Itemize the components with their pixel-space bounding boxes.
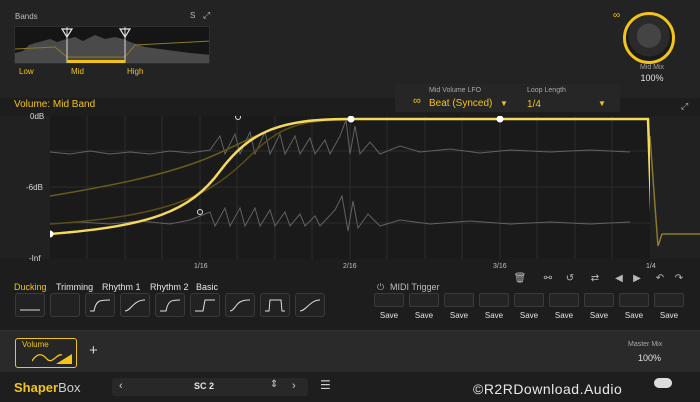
undo-icon[interactable]: ↶ [653, 273, 667, 284]
preset-shape[interactable] [295, 293, 325, 317]
arrow-left-icon[interactable]: ◀ [612, 273, 626, 284]
updown-icon[interactable]: ⇕ [270, 379, 278, 390]
preset-shape[interactable] [225, 293, 255, 317]
midi-slot[interactable] [549, 293, 579, 307]
midi-slot[interactable] [654, 293, 684, 307]
caret-down-icon[interactable]: ▼ [598, 99, 606, 108]
preset-shape[interactable] [260, 293, 290, 317]
save-button[interactable]: Save [479, 311, 509, 320]
band-low-tab[interactable]: Low [19, 67, 34, 76]
shape-editor[interactable] [50, 116, 650, 259]
master-mix-value[interactable]: 100% [638, 353, 661, 363]
save-button[interactable]: Save [374, 311, 404, 320]
save-button[interactable]: Save [444, 311, 474, 320]
expand-icon[interactable]: ⤢ [681, 101, 688, 112]
chevron-left-icon[interactable]: ‹ [119, 380, 123, 392]
logo-box: Box [58, 380, 81, 395]
save-button[interactable]: Save [514, 311, 544, 320]
preset-shape[interactable] [190, 293, 220, 317]
power-icon[interactable]: ⏻ [377, 282, 384, 293]
curve-point[interactable] [50, 230, 54, 238]
midi-slot[interactable] [584, 293, 614, 307]
x-label-1-16: 1/16 [194, 263, 208, 270]
watermark: ©R2RDownload.Audio [473, 381, 623, 397]
x-label-3-16: 3/16 [493, 263, 507, 270]
preset-shape[interactable] [50, 293, 80, 317]
preset-name[interactable]: SC 2 [184, 381, 224, 391]
curve-point[interactable] [496, 116, 504, 123]
volume-title: Volume: Mid Band [14, 99, 96, 110]
save-button[interactable]: Save [654, 311, 684, 320]
shuffle-icon[interactable]: ⇄ [588, 273, 602, 284]
preset-shape[interactable] [15, 293, 45, 317]
y-label-6db: -6dB [26, 183, 43, 192]
midi-slot[interactable] [444, 293, 474, 307]
bands-title: Bands [15, 12, 38, 21]
mid-mix-label: Mid Mix [639, 64, 665, 71]
mid-mix-knob[interactable] [623, 12, 675, 64]
arrow-right-icon[interactable]: ▶ [630, 273, 644, 284]
mid-mix-value: 100% [640, 73, 664, 83]
y-label-inf: -Inf [29, 254, 41, 263]
solo-button[interactable]: S [190, 11, 195, 20]
save-button[interactable]: Save [619, 311, 649, 320]
redo-icon[interactable]: ↷ [672, 273, 686, 284]
expand-icon[interactable]: ⤢ [203, 10, 210, 21]
x-label-2-16: 2/16 [343, 263, 357, 270]
midi-slot[interactable] [374, 293, 404, 307]
lfo-label: Mid Volume LFO [429, 87, 482, 94]
x-label-1-4: 1/4 [646, 263, 656, 270]
volume-module-label: Volume [22, 340, 49, 349]
preset-shape[interactable] [85, 293, 115, 317]
module-bar [0, 330, 700, 372]
preset-category-basic[interactable]: Basic [196, 282, 218, 292]
save-button[interactable]: Save [409, 311, 439, 320]
plus-icon[interactable]: + [89, 342, 98, 359]
preset-shape[interactable] [120, 293, 150, 317]
curve-tension-handle[interactable] [235, 116, 241, 120]
preset-category-rhythm1[interactable]: Rhythm 1 [102, 282, 141, 292]
midi-slot[interactable] [514, 293, 544, 307]
preset-category-trimming[interactable]: Trimming [56, 282, 93, 292]
curve-point[interactable] [347, 116, 355, 123]
band-spectrum[interactable] [14, 26, 210, 64]
logo-shaper: Shaper [14, 380, 59, 395]
band-mid-tab[interactable]: Mid [71, 67, 84, 76]
band-high-tab[interactable]: High [127, 67, 143, 76]
midi-slot[interactable] [619, 293, 649, 307]
menu-icon[interactable]: ☰ [320, 378, 331, 392]
save-button[interactable]: Save [549, 311, 579, 320]
chain-icon[interactable]: ⚯ [541, 273, 555, 284]
preset-shape[interactable] [155, 293, 185, 317]
midi-slot[interactable] [479, 293, 509, 307]
curve-icon[interactable]: ↺ [563, 273, 577, 284]
shaperbox-logo: ShaperBox [14, 380, 80, 395]
caret-down-icon[interactable]: ▼ [500, 99, 508, 108]
save-button[interactable]: Save [584, 311, 614, 320]
loop-length-label: Loop Length [527, 87, 566, 94]
y-label-0db: 0dB [30, 112, 45, 121]
midi-slot[interactable] [409, 293, 439, 307]
graph-right-gutter [649, 116, 700, 259]
chevron-right-icon[interactable]: › [292, 380, 296, 392]
lfo-select[interactable]: Beat (Synced) [429, 98, 492, 109]
midi-trigger-label[interactable]: MIDI Trigger [390, 282, 440, 292]
link-icon[interactable]: ∞ [413, 95, 421, 107]
volume-wave-icon [31, 351, 72, 370]
preset-category-rhythm2[interactable]: Rhythm 2 [150, 282, 189, 292]
link-icon[interactable]: ∞ [613, 10, 620, 21]
toggle-icon[interactable] [654, 378, 672, 388]
master-mix-label: Master Mix [628, 341, 663, 348]
preset-category-ducking[interactable]: Ducking [14, 282, 47, 292]
trash-icon[interactable]: 🗑 [513, 273, 527, 284]
loop-length-select[interactable]: 1/4 [527, 99, 541, 110]
